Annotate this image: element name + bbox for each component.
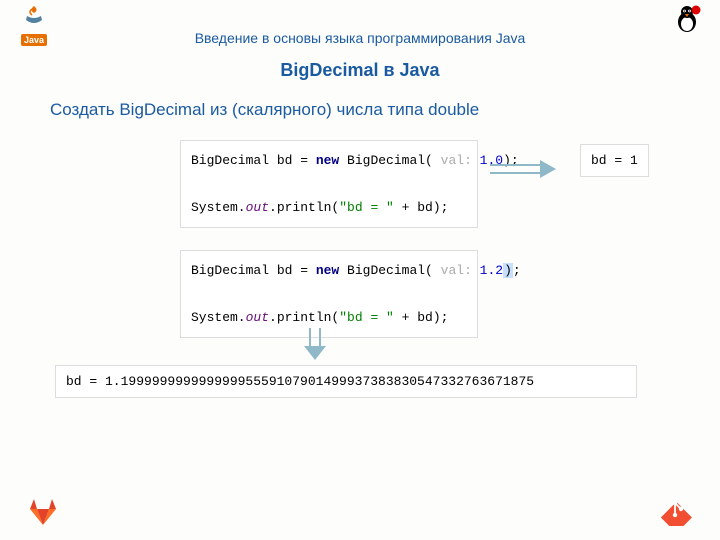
string-literal: "bd = " (339, 200, 394, 215)
code-example-2: BigDecimal bd = new BigDecimal( val: 1.2… (180, 250, 478, 338)
gitlab-icon (28, 498, 58, 526)
class-name: BigDecimal( (339, 263, 433, 278)
arrow-down-icon (300, 326, 330, 367)
code-text: + bd); (394, 200, 449, 215)
output-text: bd = 1.199999999999999955591079014999373… (66, 374, 534, 389)
param-hint: val: (433, 153, 480, 168)
arrow-right-icon (488, 158, 558, 185)
code-text: System. (191, 310, 246, 325)
output-box-1: bd = 1 (580, 144, 649, 177)
code-text: BigDecimal bd = (191, 263, 316, 278)
code-text: System. (191, 200, 246, 215)
param-hint: val: (433, 263, 480, 278)
section-title: Создать BigDecimal из (скалярного) числа… (50, 100, 479, 120)
keyword-new: new (316, 153, 339, 168)
git-icon (658, 492, 692, 526)
header-subtitle: Введение в основы языка программирования… (0, 30, 720, 46)
header-title: BigDecimal в Java (0, 60, 720, 81)
static-field: out (246, 310, 269, 325)
keyword-new: new (316, 263, 339, 278)
output-text: bd = 1 (591, 153, 638, 168)
slide: Java Введение в основы языка программиро… (0, 0, 720, 540)
output-box-2: bd = 1.199999999999999955591079014999373… (55, 365, 637, 398)
code-text: .println( (269, 200, 339, 215)
code-text: .println( (269, 310, 339, 325)
code-text: BigDecimal bd = (191, 153, 316, 168)
number-literal: 1.2 (480, 263, 503, 278)
code-text: + bd); (394, 310, 449, 325)
string-literal: "bd = " (339, 310, 394, 325)
code-text: ; (513, 263, 521, 278)
java-cup-icon (14, 6, 54, 30)
static-field: out (246, 200, 269, 215)
code-example-1: BigDecimal bd = new BigDecimal( val: 1.0… (180, 140, 478, 228)
class-name: BigDecimal( (339, 153, 433, 168)
cursor-highlight: ) (503, 263, 513, 278)
